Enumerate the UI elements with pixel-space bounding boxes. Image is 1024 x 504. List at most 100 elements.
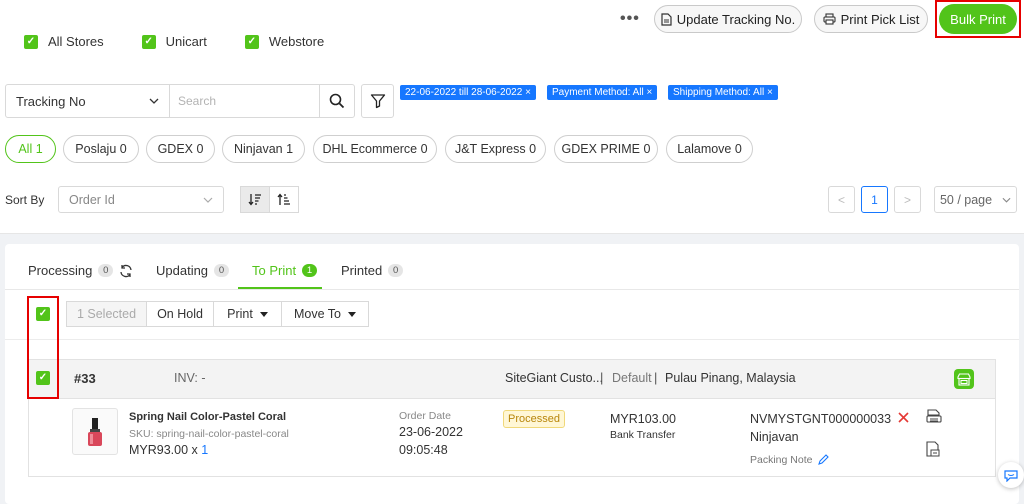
move-to-label: Move To <box>293 307 341 321</box>
sort-ascending-button[interactable] <box>269 186 299 213</box>
caret-down-icon <box>259 311 268 317</box>
shipping-filter-tag[interactable]: Shipping Method: All × <box>668 85 778 100</box>
separator: | <box>600 370 604 385</box>
search-input[interactable]: Search <box>170 85 320 117</box>
search-icon <box>329 93 345 109</box>
sort-select[interactable]: Order Id <box>58 186 224 213</box>
product-sku: SKU: spring-nail-color-pastel-coral <box>129 428 289 440</box>
more-options-button[interactable]: ••• <box>620 10 640 28</box>
on-hold-button[interactable]: On Hold <box>146 301 214 327</box>
order-time: 09:05:48 <box>399 443 448 457</box>
sort-value: Order Id <box>69 192 115 207</box>
prev-page-button[interactable]: < <box>828 186 855 213</box>
print-label: Print <box>227 307 253 321</box>
printer-icon <box>823 13 836 25</box>
shipping-location: Pulau Pinang, Malaysia <box>665 371 796 385</box>
chevron-down-icon <box>149 98 159 104</box>
tab-count: 1 <box>302 264 318 277</box>
store-label: Unicart <box>165 34 207 49</box>
tracking-number[interactable]: NVMYSTGNT000000033 <box>750 412 891 426</box>
courier-ninjavan[interactable]: Ninjavan 1 <box>222 135 305 163</box>
payment-method: Bank Transfer <box>610 429 676 441</box>
product-qty: 1 <box>201 443 209 457</box>
search-field-select[interactable]: Tracking No <box>6 85 170 117</box>
per-page-value: 50 / page <box>939 192 993 207</box>
date-filter-tag[interactable]: 22-06-2022 till 28-06-2022 × <box>400 85 536 100</box>
highlight-checkboxes <box>27 296 59 399</box>
cancel-tracking-icon[interactable] <box>897 411 910 424</box>
product-price-line: MYR93.00 x 1 <box>129 443 208 457</box>
search-button[interactable] <box>320 85 354 117</box>
selected-count-button: 1 Selected <box>66 301 147 327</box>
document-icon <box>661 12 672 26</box>
store-label: All Stores <box>48 34 104 49</box>
print-label-icon[interactable] <box>926 409 942 426</box>
store-icon[interactable] <box>954 369 974 389</box>
tab-label: Processing <box>28 263 93 278</box>
tab-updating[interactable]: Updating 0 <box>156 263 230 278</box>
tab-printed[interactable]: Printed 0 <box>341 263 404 278</box>
store-filter: ✓ All Stores ✓ Unicart ✓ Webstore <box>24 34 362 49</box>
courier-lalamove[interactable]: Lalamove 0 <box>666 135 753 163</box>
courier-gdex-prime[interactable]: GDEX PRIME 0 <box>554 135 658 163</box>
checkbox-checked-icon: ✓ <box>141 34 156 49</box>
customer-name: SiteGiant Custo... <box>505 371 603 385</box>
chat-icon <box>1004 469 1018 482</box>
search-group: Tracking No Search <box>5 84 355 118</box>
invoice-document-icon[interactable] <box>926 441 941 458</box>
tab-count: 0 <box>98 264 114 277</box>
courier-all[interactable]: All 1 <box>5 135 56 163</box>
courier-dhl[interactable]: DHL Ecommerce 0 <box>313 135 437 163</box>
courier-gdex[interactable]: GDEX 0 <box>146 135 215 163</box>
caret-down-icon <box>348 311 356 317</box>
chat-support-button[interactable] <box>998 462 1024 488</box>
current-page-button[interactable]: 1 <box>861 186 888 213</box>
product-thumbnail[interactable] <box>72 408 118 455</box>
sort-descending-button[interactable] <box>240 186 270 213</box>
print-pick-list-button[interactable]: Print Pick List <box>814 5 928 33</box>
packing-note-link[interactable]: Packing Note <box>750 454 830 466</box>
sort-descending-icon <box>248 194 261 206</box>
order-date-label: Order Date <box>399 410 451 422</box>
address-type: Default <box>612 371 652 385</box>
move-to-dropdown[interactable]: Move To <box>281 301 369 327</box>
nail-polish-image <box>88 417 102 446</box>
order-id[interactable]: #33 <box>74 371 96 386</box>
update-tracking-button[interactable]: Update Tracking No. <box>654 5 802 33</box>
store-all[interactable]: ✓ All Stores <box>24 34 104 49</box>
packing-note-label: Packing Note <box>750 454 813 466</box>
print-dropdown[interactable]: Print <box>213 301 282 327</box>
courier-jt[interactable]: J&T Express 0 <box>445 135 546 163</box>
store-webstore[interactable]: ✓ Webstore <box>244 34 325 49</box>
tab-label: To Print <box>252 263 297 278</box>
checkbox-checked-icon: ✓ <box>244 34 259 49</box>
tab-count: 0 <box>388 264 404 277</box>
filter-icon <box>370 94 385 109</box>
next-page-button[interactable]: > <box>894 186 921 213</box>
store-glyph <box>957 372 971 386</box>
print-pick-list-label: Print Pick List <box>840 11 920 27</box>
search-field-value: Tracking No <box>16 93 86 109</box>
edit-icon <box>818 454 830 465</box>
payment-filter-tag[interactable]: Payment Method: All × <box>547 85 658 100</box>
filter-button[interactable] <box>361 84 394 118</box>
active-tab-indicator <box>238 287 322 289</box>
tab-label: Updating <box>156 263 209 278</box>
sort-by-label: Sort By <box>5 193 45 207</box>
store-unicart[interactable]: ✓ Unicart <box>141 34 207 49</box>
tab-divider <box>5 289 1019 290</box>
tab-to-print[interactable]: To Print 1 <box>252 263 318 278</box>
tab-label: Printed <box>341 263 383 278</box>
courier-poslaju[interactable]: Poslaju 0 <box>63 135 139 163</box>
chevron-down-icon <box>1002 197 1011 203</box>
checkbox-checked-icon: ✓ <box>24 34 38 49</box>
tab-processing[interactable]: Processing 0 <box>28 263 133 278</box>
store-label: Webstore <box>268 34 325 49</box>
chevron-down-icon <box>203 197 213 203</box>
section-divider <box>5 339 1019 340</box>
separator: | <box>654 370 658 385</box>
product-name[interactable]: Spring Nail Color-Pastel Coral <box>129 411 286 423</box>
per-page-select[interactable]: 50 / page <box>934 186 1017 213</box>
product-price: MYR93.00 x <box>129 443 198 457</box>
refresh-icon[interactable] <box>119 264 133 278</box>
